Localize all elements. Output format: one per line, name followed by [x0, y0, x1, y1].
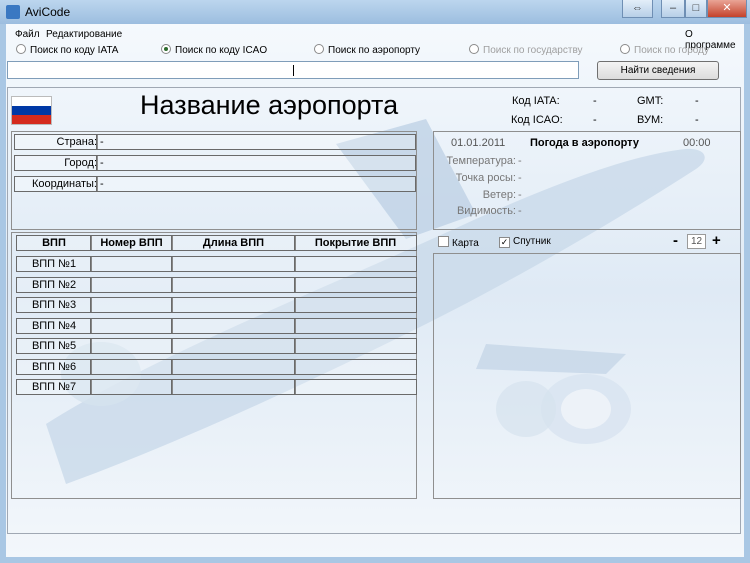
coordinates-value: -: [96, 176, 416, 192]
runway-data-cell: [90, 297, 173, 313]
client-area: Файл Редактирование О программе Поиск по…: [6, 24, 744, 557]
weather-date: 01.01.2011: [451, 137, 506, 149]
zoom-in-button[interactable]: +: [712, 232, 721, 249]
runway-header-cell: ВПП: [16, 235, 92, 251]
runway-name-cell: ВПП №6: [16, 358, 92, 375]
radio-dot-icon: [314, 44, 324, 54]
window-title: AviCode: [25, 5, 71, 19]
runway-data-cell: [294, 358, 417, 375]
satellite-checkbox[interactable]: ✓ Спутник: [499, 236, 551, 248]
menu-edit[interactable]: Редактирование: [46, 29, 122, 40]
runway-data-cell: [171, 338, 296, 354]
minimize-button[interactable]: –: [661, 0, 685, 18]
vym-value: -: [695, 114, 699, 126]
runway-data-cell: [171, 379, 296, 395]
dew-point-label: Точка росы:: [455, 172, 516, 184]
runway-data-cell: [294, 297, 417, 313]
radio-dot-icon: [16, 44, 26, 54]
temperature-label: Температура:: [446, 155, 516, 167]
runway-header-cell: Номер ВПП: [90, 235, 173, 251]
maximize-button[interactable]: □: [685, 0, 707, 18]
checkbox-empty-icon: [438, 236, 449, 247]
visibility-value: -: [518, 205, 522, 217]
runway-name-cell: ВПП №2: [16, 276, 92, 293]
runway-header-cell: Длина ВПП: [171, 235, 296, 251]
app-window: AviCode ⇔ – □ ✕ Файл Редактирование О пр…: [0, 0, 750, 563]
runway-data-cell: [90, 256, 173, 272]
weather-time: 00:00: [683, 137, 711, 149]
zoom-level-field[interactable]: 12: [687, 234, 706, 249]
runway-data-cell: [171, 358, 296, 375]
iata-value: -: [593, 95, 597, 107]
runway-data-cell: [294, 317, 417, 334]
runway-name-cell: ВПП №4: [16, 317, 92, 334]
map-checkbox[interactable]: Карта: [438, 236, 479, 249]
airport-name: Название аэропорта: [140, 90, 399, 120]
menu-bar: Файл Редактирование О программе: [10, 27, 740, 51]
runway-header-cell: Покрытие ВПП: [294, 235, 417, 251]
runway-data-cell: [294, 276, 417, 293]
radio-search-city[interactable]: Поиск по городу: [620, 44, 709, 56]
runway-name-cell: ВПП №3: [16, 297, 92, 313]
wind-value: -: [518, 189, 522, 201]
close-button[interactable]: ✕: [707, 0, 747, 18]
city-value: -: [96, 155, 416, 171]
weather-title: Погода в аэропорту: [530, 137, 639, 149]
visibility-label: Видимость:: [456, 205, 516, 217]
runway-data-cell: [294, 379, 417, 395]
runway-name-cell: ВПП №7: [16, 379, 92, 395]
find-info-button[interactable]: Найти сведения: [597, 61, 719, 80]
app-icon: [6, 5, 20, 19]
radio-search-airport[interactable]: Поиск по аэропорту: [314, 44, 420, 56]
runway-data-cell: [171, 256, 296, 272]
city-caption: Город:: [14, 155, 98, 171]
runway-name-cell: ВПП №5: [16, 338, 92, 354]
wind-label: Ветер:: [482, 189, 516, 201]
vym-label: ВУМ:: [637, 114, 664, 126]
restore-arrows-icon[interactable]: ⇔: [622, 0, 653, 18]
runway-data-cell: [90, 379, 173, 395]
runway-data-cell: [90, 358, 173, 375]
country-value: -: [96, 134, 416, 150]
zoom-out-button[interactable]: -: [673, 232, 678, 249]
menu-file[interactable]: Файл: [15, 29, 40, 40]
radio-dot-selected-icon: [161, 44, 171, 54]
temperature-value: -: [518, 155, 522, 167]
search-mode-group: Поиск по коду IATA Поиск по коду ICAO По…: [6, 43, 744, 57]
runway-data-cell: [90, 317, 173, 334]
dew-point-value: -: [518, 172, 522, 184]
coordinates-caption: Координаты:: [14, 176, 98, 192]
runway-data-cell: [90, 276, 173, 293]
runway-data-cell: [294, 256, 417, 272]
radio-search-country[interactable]: Поиск по государству: [469, 44, 583, 56]
runway-data-cell: [90, 338, 173, 354]
radio-dot-icon: [620, 44, 630, 54]
runway-data-cell: [294, 338, 417, 354]
icao-label: Код ICAO:: [511, 114, 563, 126]
text-caret: [293, 65, 294, 76]
title-bar[interactable]: AviCode ⇔ – □ ✕: [0, 0, 750, 24]
radio-search-iata[interactable]: Поиск по коду IATA: [16, 44, 118, 56]
radio-search-icao[interactable]: Поиск по коду ICAO: [161, 44, 267, 56]
icao-value: -: [593, 114, 597, 126]
map-view[interactable]: [433, 253, 741, 499]
gmt-value: -: [695, 95, 699, 107]
runway-data-cell: [171, 317, 296, 334]
iata-label: Код IATA:: [512, 95, 560, 107]
runway-data-cell: [171, 297, 296, 313]
radio-dot-icon: [469, 44, 479, 54]
checkbox-checked-icon: ✓: [499, 237, 510, 248]
runway-data-cell: [171, 276, 296, 293]
runway-name-cell: ВПП №1: [16, 256, 92, 272]
country-caption: Страна:: [14, 134, 98, 150]
country-flag-icon: [11, 96, 52, 125]
gmt-label: GMT:: [637, 95, 664, 107]
